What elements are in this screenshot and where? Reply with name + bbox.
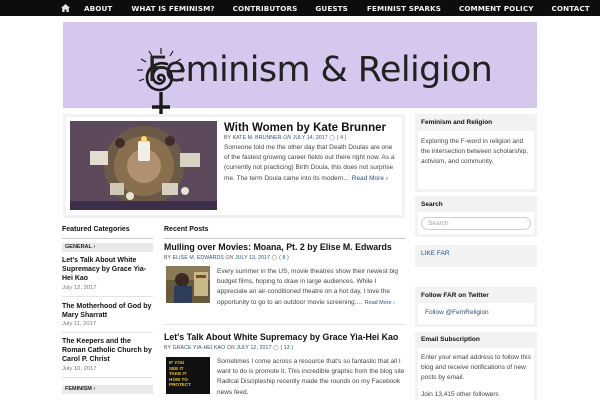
site-banner[interactable]: Feminism & Religion bbox=[63, 22, 537, 118]
divider bbox=[164, 238, 406, 239]
featured-post-excerpt: Someone told me the other day that Death… bbox=[224, 143, 399, 184]
divider bbox=[62, 377, 153, 378]
home-icon bbox=[60, 4, 70, 12]
featured-post-date[interactable]: JULY 14, 2017 bbox=[293, 135, 328, 141]
nav-item-what-is-feminism[interactable]: WHAT IS FEMINISM? bbox=[131, 4, 214, 13]
featured-post-image[interactable] bbox=[70, 121, 217, 210]
byline-by: by bbox=[164, 255, 172, 261]
nav-item-contact[interactable]: CONTACT bbox=[552, 4, 590, 13]
about-widget-text: Exploring the F-word in religion and the… bbox=[421, 138, 528, 165]
nav-item-guests[interactable]: GUESTS bbox=[315, 4, 348, 13]
comment-icon: ◯ bbox=[329, 135, 336, 141]
twitter-widget-title: Follow FAR on Twitter bbox=[421, 292, 489, 299]
category-post-title[interactable]: The Motherhood of God by Mary Sharratt bbox=[62, 302, 154, 320]
recent-post-excerpt: Every summer in the US, movie theatres s… bbox=[217, 267, 405, 308]
byline-on: on bbox=[226, 345, 235, 351]
byline-by: by bbox=[224, 135, 232, 141]
divider bbox=[62, 332, 153, 333]
recent-post-date[interactable]: JULY 13, 2017 bbox=[235, 255, 270, 261]
featured-categories-heading: Featured Categories bbox=[62, 226, 130, 233]
divider bbox=[62, 296, 153, 297]
recent-post-date[interactable]: JULY 12, 2017 bbox=[236, 345, 271, 351]
recent-posts-heading: Recent Posts bbox=[164, 226, 209, 233]
byline-on: on bbox=[225, 255, 234, 261]
recent-post-byline: by ELISE M. EDWARDS on JULY 13, 2017 ◯ (… bbox=[164, 255, 289, 261]
featured-read-more-link[interactable]: Read More › bbox=[352, 175, 388, 182]
comment-icon: ◯ bbox=[271, 255, 278, 261]
recent-read-more-link[interactable]: Read More › bbox=[365, 300, 395, 306]
comment-icon: ◯ bbox=[272, 345, 279, 351]
search-widget-title: Search bbox=[421, 201, 443, 208]
recent-post-author[interactable]: ELISE M. EDWARDS bbox=[173, 255, 224, 261]
site-title: Feminism & Religion bbox=[147, 50, 493, 90]
nav-item-feminist-sparks[interactable]: FEMINIST SPARKS bbox=[367, 4, 441, 13]
followers-count: Join 13,415 other followers bbox=[421, 391, 499, 398]
top-navigation-bar: ABOUT WHAT IS FEMINISM? CONTRIBUTORS GUE… bbox=[0, 0, 600, 16]
category-post-date: July 10, 2017 bbox=[62, 366, 97, 372]
featured-post-title[interactable]: With Women by Kate Brunner bbox=[224, 122, 386, 134]
featured-post-author[interactable]: KATE M. BRUNNER bbox=[233, 135, 282, 141]
recent-post-byline: by GRACE YIA-HEI KAO on JULY 12, 2017 ◯ … bbox=[164, 345, 293, 351]
byline-by: by bbox=[164, 345, 172, 351]
like-far-link[interactable]: LIKE FAR bbox=[421, 250, 450, 257]
recent-post-title[interactable]: Mulling over Movies: Moana, Pt. 2 by Eli… bbox=[164, 242, 392, 252]
nav-item-contributors[interactable]: CONTRIBUTORS bbox=[233, 4, 298, 13]
recent-post-excerpt: Sometimes I come across a resource that'… bbox=[217, 357, 405, 398]
category-post-date: July 11, 2017 bbox=[62, 321, 97, 327]
email-widget-title: Email Subscription bbox=[421, 336, 480, 343]
email-widget-text: Enter your email address to follow this … bbox=[421, 354, 531, 381]
home-button[interactable] bbox=[57, 0, 73, 16]
byline-on: on bbox=[283, 135, 292, 141]
featured-post-byline: by KATE M. BRUNNER on JULY 14, 2017 ◯ ( … bbox=[224, 135, 347, 141]
recent-post-author[interactable]: GRACE YIA-HEI KAO bbox=[173, 345, 226, 351]
category-general-label[interactable]: GENERAL › bbox=[62, 243, 153, 252]
category-feminism-label[interactable]: FEMINISM › bbox=[62, 385, 153, 394]
recent-post-title[interactable]: Let's Talk About White Supremacy by Grac… bbox=[164, 332, 398, 342]
nav-item-about[interactable]: ABOUT bbox=[84, 4, 112, 13]
recent-excerpt-text: Sometimes I come across a resource that'… bbox=[217, 358, 405, 396]
divider bbox=[62, 238, 153, 239]
category-post-date: July 12, 2017 bbox=[62, 285, 97, 291]
recent-post-comments[interactable]: ( 13 ) bbox=[280, 345, 293, 351]
thumbnail-text: PROTECT bbox=[169, 382, 191, 388]
recent-post-thumbnail[interactable] bbox=[166, 266, 210, 303]
search-input[interactable]: Search bbox=[421, 217, 531, 230]
recent-post-comments[interactable]: ( 8 ) bbox=[279, 255, 289, 261]
featured-post-comments[interactable]: ( 4 ) bbox=[337, 135, 347, 141]
recent-post-thumbnail[interactable]: IF YOU SEE IT TAKE IT HOW TO PROTECT bbox=[166, 357, 210, 394]
nav-item-comment-policy[interactable]: COMMENT POLICY bbox=[459, 4, 534, 13]
category-post-title[interactable]: Let's Talk About White Supremacy by Grac… bbox=[62, 256, 154, 283]
about-widget-title: Feminism and Religion bbox=[421, 119, 493, 126]
divider bbox=[164, 324, 406, 325]
twitter-follow-link[interactable]: Follow @FemReligion bbox=[425, 309, 489, 316]
category-post-title[interactable]: The Keepers and the Roman Catholic Churc… bbox=[62, 337, 154, 364]
